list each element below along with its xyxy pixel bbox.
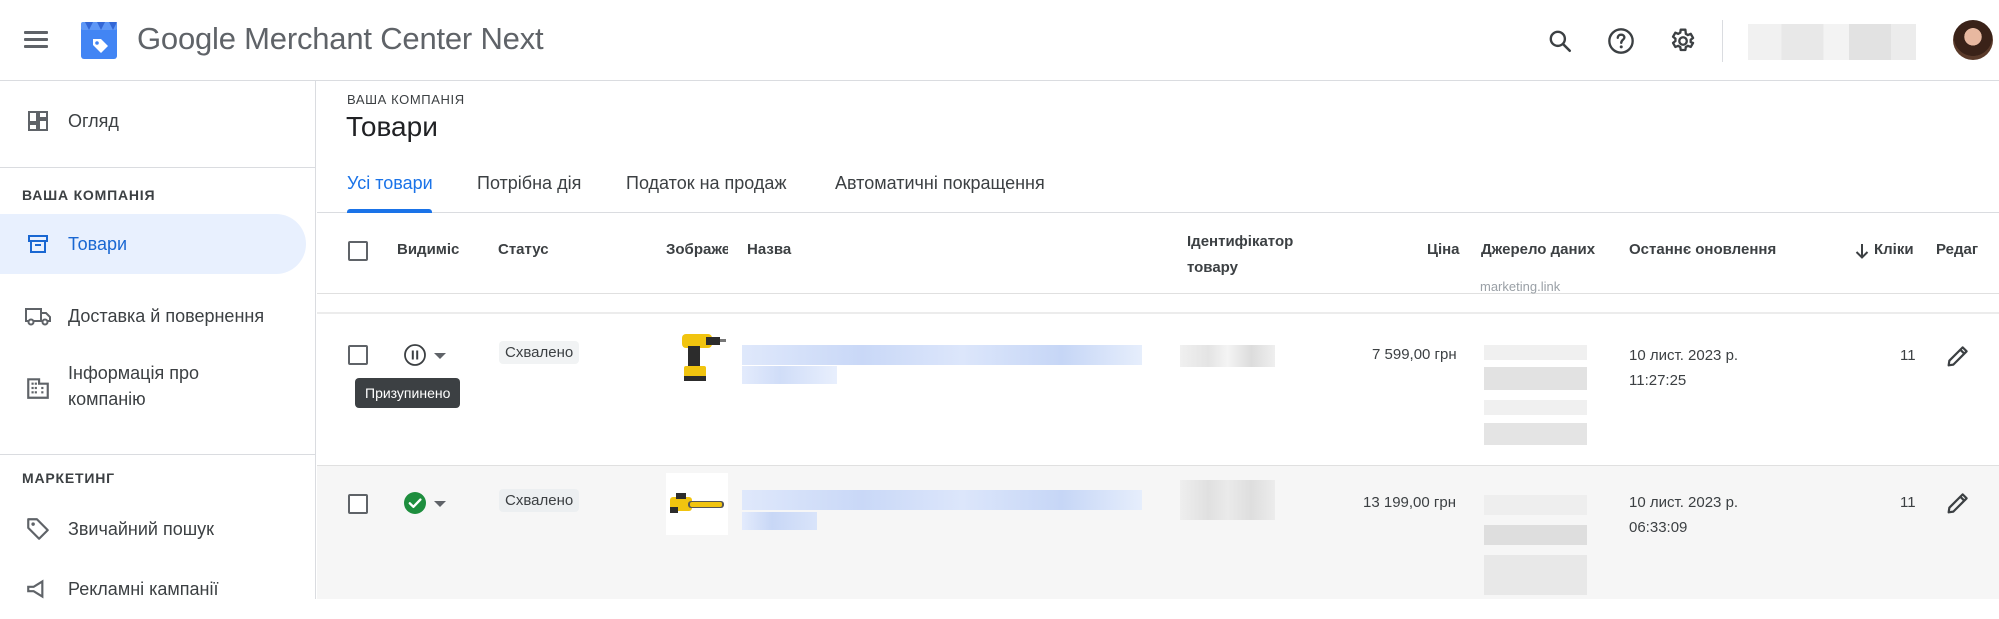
clicks-cell: 11 [1900,494,1916,511]
truck-icon [24,302,52,330]
sidebar-item-overview[interactable]: Огляд [0,91,306,151]
last-updated-time: 06:33:09 [1629,519,1688,536]
section-heading-company: ВАША КОМПАНІЯ [22,187,156,203]
product-id-redacted [1180,345,1275,367]
table-row[interactable] [317,466,1999,599]
tab-bar: Усі товари Потрібна дія Податок на прода… [317,169,1999,213]
data-source-redacted [1484,495,1587,595]
account-switcher[interactable] [1748,24,1916,60]
row-checkbox[interactable] [348,345,368,365]
pause-circle-icon[interactable] [403,343,427,367]
column-header-visibility[interactable]: Видиміс [397,241,459,258]
merchant-center-logo [81,22,117,59]
tab-sales-tax[interactable]: Податок на продаж [626,173,786,217]
price-cell: 13 199,00 грн [1363,494,1456,511]
sidebar-item-ads[interactable]: Рекламні кампанії [0,559,306,619]
price-cell: 7 599,00 грн [1372,346,1457,363]
divider [0,454,316,455]
status-badge: Схвалено [499,489,580,512]
column-header-name[interactable]: Назва [747,241,791,258]
breadcrumb: ВАША КОМПАНІЯ [347,92,465,107]
sidebar-item-label: Доставка й повернення [68,306,265,326]
settings-icon[interactable] [1665,24,1699,58]
sidebar-item-label: Огляд [68,111,119,131]
section-heading-marketing: МАРКЕТИНГ [22,470,115,486]
column-header-clicks[interactable]: Кліки [1874,241,1914,258]
sidebar-item-label: Рекламні кампанії [68,579,219,599]
column-header-edit[interactable]: Редаг [1936,241,1979,258]
help-icon[interactable] [1604,24,1638,58]
search-icon[interactable] [1543,24,1577,58]
sidebar-item-products[interactable]: Товари [0,214,306,274]
tab-auto-improvements[interactable]: Автоматичні покращення [835,173,1045,217]
select-all-checkbox[interactable] [348,241,368,261]
last-updated-date: 10 лист. 2023 р. [1629,494,1739,511]
data-source-text: marketing.link [1480,279,1561,294]
avatar[interactable] [1953,20,1993,60]
last-updated-date: 10 лист. 2023 р. [1629,347,1739,364]
product-id-redacted [1180,480,1275,520]
chevron-down-icon[interactable] [434,353,446,359]
column-header-status[interactable]: Статус [498,241,549,258]
table-header: Видиміс Статус Зображе Назва Ідентифікат… [317,214,1999,294]
product-name-redacted [742,366,837,384]
archive-icon [24,230,52,258]
column-header-data-source[interactable]: Джерело даних [1481,241,1595,258]
product-thumbnail-drill[interactable] [666,326,728,388]
product-thumbnail-chainsaw[interactable] [666,473,728,535]
header-divider [1722,20,1723,62]
edit-pencil-icon[interactable] [1944,342,1972,370]
sidebar-item-label: Звичайний пошук [68,519,215,539]
top-app-bar: Google Merchant Center Next [0,0,1999,81]
active-tab-indicator [347,209,432,213]
menu-icon[interactable] [20,24,52,56]
partially-scrolled-row: marketing.link [317,279,1999,314]
app-title: Google Merchant Center Next [137,21,544,56]
edit-pencil-icon[interactable] [1944,489,1972,517]
column-header-image[interactable]: Зображе [666,241,728,258]
check-circle-icon[interactable] [403,491,427,515]
chevron-down-icon[interactable] [434,501,446,507]
sidebar-item-shipping[interactable]: Доставка й повернення [0,286,306,346]
sidebar-item-label: Інформація про компанію [68,363,199,409]
sidebar: Огляд ВАША КОМПАНІЯ Товари Доставка й по… [0,81,316,599]
sidebar-item-business-info[interactable]: Інформація про компанію [0,346,306,426]
sort-arrow-down-icon[interactable] [1854,242,1870,260]
building-icon [24,374,52,402]
clicks-cell: 11 [1900,347,1916,364]
status-badge: Схвалено [499,341,580,364]
tag-icon [24,515,52,543]
dashboard-icon [24,107,52,135]
column-header-product-id[interactable]: Ідентифікатор товару [1187,229,1307,281]
column-header-last-updated[interactable]: Останнє оновлення [1629,241,1776,258]
tab-action-needed[interactable]: Потрібна дія [477,173,581,217]
sidebar-item-label: Товари [68,234,128,254]
row-checkbox[interactable] [348,494,368,514]
column-header-price[interactable]: Ціна [1427,241,1460,258]
data-source-redacted [1484,345,1587,445]
page-title: Товари [346,111,438,142]
visibility-tooltip: Призупинено [355,378,461,408]
product-name-redacted [742,512,817,530]
divider [0,167,316,168]
product-name-redacted[interactable] [742,490,1142,510]
sidebar-item-free-listings[interactable]: Звичайний пошук [0,499,306,559]
last-updated-time: 11:27:25 [1629,372,1687,389]
product-name-redacted[interactable] [742,345,1142,365]
